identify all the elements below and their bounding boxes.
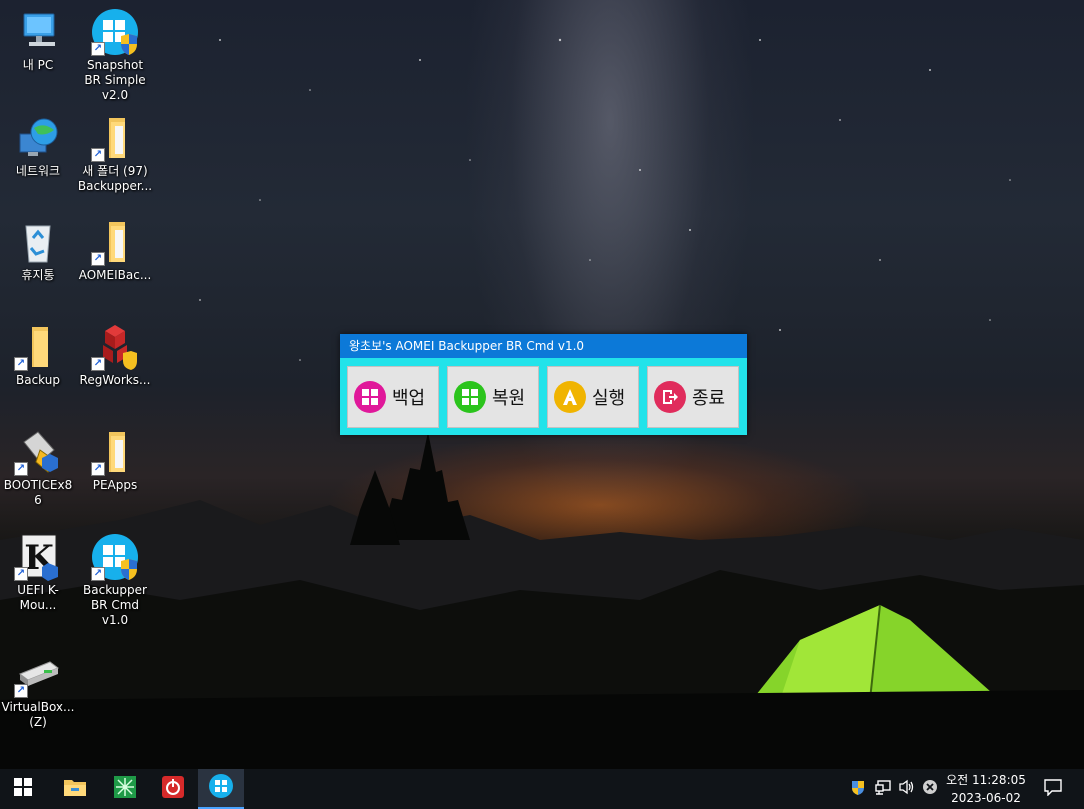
desktop-icon-label: 휴지통 bbox=[21, 268, 55, 282]
volume-icon bbox=[898, 779, 916, 799]
notification-icon bbox=[1044, 778, 1062, 800]
desktop-icon-snapshot-br-simple[interactable]: ↗ Snapshot BR Simple v2.0 bbox=[77, 8, 153, 103]
folder-icon: ↗ bbox=[91, 218, 139, 266]
notification-center-button[interactable] bbox=[1038, 769, 1068, 809]
desktop-icon-backupper-br-cmd[interactable]: ↗ Backupper BR Cmd v1.0 bbox=[77, 533, 153, 628]
shortcut-arrow-icon: ↗ bbox=[91, 148, 105, 162]
windows-start-icon bbox=[14, 778, 32, 800]
shortcut-arrow-icon: ↗ bbox=[91, 252, 105, 266]
network-tray-icon bbox=[875, 779, 891, 799]
shortcut-arrow-icon: ↗ bbox=[14, 684, 28, 698]
shortcut-arrow-icon: ↗ bbox=[14, 462, 28, 476]
tray-volume[interactable] bbox=[896, 769, 918, 809]
network-drive-icon: ↗ bbox=[14, 650, 62, 698]
desktop-icon-label: Snapshot BR Simple v2.0 bbox=[84, 58, 146, 102]
shortcut-arrow-icon: ↗ bbox=[91, 567, 105, 581]
this-pc-icon bbox=[14, 8, 62, 56]
desktop-icon-recycle-bin[interactable]: 휴지통 bbox=[0, 218, 76, 283]
taskbar-backupper-app[interactable] bbox=[198, 769, 244, 809]
desktop-icon-booticex86[interactable]: ↗ BOOTICEx86 bbox=[0, 428, 76, 508]
start-button[interactable] bbox=[0, 769, 46, 809]
taskbar-spreadsheet-app[interactable] bbox=[102, 769, 148, 809]
green-grid-icon bbox=[114, 776, 136, 802]
regworks-cubes-icon: ↗ bbox=[91, 323, 139, 371]
folder-icon: ↗ bbox=[91, 428, 139, 476]
bootice-tool-icon: ↗ bbox=[14, 428, 62, 476]
recycle-bin-icon bbox=[14, 218, 62, 266]
clock-time: 오전 11:28:05 bbox=[946, 773, 1026, 787]
desktop-icon-label: AOMEIBac... bbox=[78, 268, 152, 282]
desktop-icon-regworks[interactable]: ↗ RegWorks... bbox=[77, 323, 153, 388]
tray-network[interactable] bbox=[872, 769, 894, 809]
windows-logo-shield-icon: ↗ bbox=[91, 8, 139, 56]
desktop-icon-label: 네트워크 bbox=[15, 164, 61, 178]
desktop-icon-label: PEApps bbox=[92, 478, 138, 492]
shortcut-arrow-icon: ↗ bbox=[14, 567, 28, 581]
backup-button[interactable]: 백업 bbox=[347, 366, 439, 428]
close-circle-icon bbox=[922, 779, 938, 799]
desktop-icon-uefi-k-mount[interactable]: K ↗ UEFI K-Mou... bbox=[0, 533, 76, 613]
taskbar-clock[interactable]: 오전 11:28:05 2023-06-02 bbox=[942, 769, 1030, 809]
desktop-icon-this-pc[interactable]: 내 PC bbox=[0, 8, 76, 73]
run-button-label: 실행 bbox=[592, 388, 626, 409]
letter-a-icon bbox=[554, 381, 586, 413]
restore-button[interactable]: 복원 bbox=[447, 366, 539, 428]
folder-icon: ↗ bbox=[14, 323, 62, 371]
desktop-icon-label: UEFI K-Mou... bbox=[17, 583, 59, 612]
exit-button[interactable]: 종료 bbox=[647, 366, 739, 428]
restore-button-label: 복원 bbox=[492, 388, 526, 409]
shortcut-arrow-icon: ↗ bbox=[91, 357, 105, 371]
run-button[interactable]: 실행 bbox=[547, 366, 639, 428]
exit-door-icon bbox=[654, 381, 686, 413]
desktop-icon-label: 새 폴더 (97) Backupper... bbox=[77, 164, 153, 193]
shortcut-arrow-icon: ↗ bbox=[91, 42, 105, 56]
k-mount-icon: K ↗ bbox=[14, 533, 62, 581]
desktop-icon-label: BOOTICEx86 bbox=[3, 478, 73, 507]
file-explorer-icon bbox=[63, 777, 87, 801]
desktop-icon-network[interactable]: 네트워크 bbox=[0, 114, 76, 179]
windows-logo-icon bbox=[208, 773, 234, 803]
shortcut-arrow-icon: ↗ bbox=[14, 357, 28, 371]
desktop-icon-new-folder-97[interactable]: ↗ 새 폴더 (97) Backupper... bbox=[77, 114, 153, 194]
backup-button-label: 백업 bbox=[392, 388, 426, 409]
tray-shield[interactable] bbox=[848, 769, 868, 809]
desktop-icon-virtualbox-drive[interactable]: ↗ VirtualBox... (Z) bbox=[0, 650, 76, 730]
taskbar: 오전 11:28:05 2023-06-02 bbox=[0, 769, 1084, 809]
desktop-icon-label: 내 PC bbox=[22, 58, 54, 72]
folder-icon: ↗ bbox=[91, 114, 139, 162]
backupper-br-cmd-window: 왕초보's AOMEI Backupper BR Cmd v1.0 백업 복원 … bbox=[340, 334, 747, 435]
desktop-icon-label: VirtualBox... (Z) bbox=[1, 700, 75, 729]
desktop-icon-label: RegWorks... bbox=[79, 373, 151, 387]
windows-logo-icon bbox=[454, 381, 486, 413]
taskbar-file-explorer[interactable] bbox=[52, 769, 98, 809]
windows-logo-shield-icon: ↗ bbox=[91, 533, 139, 581]
network-globe-icon bbox=[14, 114, 62, 162]
window-title[interactable]: 왕초보's AOMEI Backupper BR Cmd v1.0 bbox=[340, 334, 747, 358]
desktop-icon-peapps[interactable]: ↗ PEApps bbox=[77, 428, 153, 493]
desktop-icon-aomeibac[interactable]: ↗ AOMEIBac... bbox=[77, 218, 153, 283]
shortcut-arrow-icon: ↗ bbox=[91, 462, 105, 476]
exit-button-label: 종료 bbox=[692, 388, 726, 409]
desktop-icon-label: Backup bbox=[16, 373, 60, 387]
clock-date: 2023-06-02 bbox=[951, 791, 1021, 805]
red-power-icon bbox=[162, 776, 184, 802]
taskbar-power-app[interactable] bbox=[150, 769, 196, 809]
desktop-icon-label: Backupper BR Cmd v1.0 bbox=[83, 583, 147, 627]
tray-close[interactable] bbox=[920, 769, 940, 809]
shield-tray-icon bbox=[850, 779, 866, 799]
desktop-icon-backup-folder[interactable]: ↗ Backup bbox=[0, 323, 76, 388]
windows-logo-icon bbox=[354, 381, 386, 413]
